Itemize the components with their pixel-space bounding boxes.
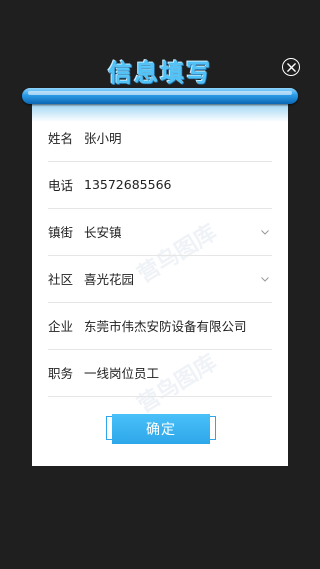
town-label: 镇街: [48, 225, 74, 240]
position-value[interactable]: 一线岗位员工: [84, 363, 272, 382]
chevron-down-icon[interactable]: [260, 274, 270, 284]
community-label: 社区: [48, 272, 74, 287]
name-row[interactable]: 姓名 张小明: [48, 114, 272, 162]
scroll-bar-decoration: [22, 88, 298, 104]
town-value[interactable]: 长安镇: [84, 222, 260, 241]
close-button[interactable]: [282, 58, 300, 76]
company-label: 企业: [48, 319, 74, 334]
community-value[interactable]: 喜光花园: [84, 269, 260, 288]
community-row[interactable]: 社区 喜光花园: [48, 255, 272, 303]
phone-value[interactable]: 13572685566: [84, 177, 272, 192]
bracket-right: [210, 416, 216, 440]
position-row[interactable]: 职务 一线岗位员工: [48, 349, 272, 397]
position-label: 职务: [48, 366, 74, 381]
confirm-button-frame: 确定: [106, 412, 216, 446]
close-icon: [286, 62, 296, 72]
name-label: 姓名: [48, 131, 74, 146]
title: 信息填写: [108, 59, 212, 87]
company-row[interactable]: 企业 东莞市伟杰安防设备有限公司: [48, 302, 272, 350]
name-value[interactable]: 张小明: [84, 128, 272, 147]
phone-label: 电话: [48, 178, 74, 193]
phone-row[interactable]: 电话 13572685566: [48, 161, 272, 209]
confirm-button[interactable]: 确定: [112, 414, 210, 444]
form-card: 营鸟图库 营鸟图库 姓名 张小明 电话 13572685566 镇街 长安镇 社…: [32, 96, 288, 466]
company-value[interactable]: 东莞市伟杰安防设备有限公司: [84, 316, 272, 335]
town-row[interactable]: 镇街 长安镇: [48, 208, 272, 256]
chevron-down-icon[interactable]: [260, 227, 270, 237]
